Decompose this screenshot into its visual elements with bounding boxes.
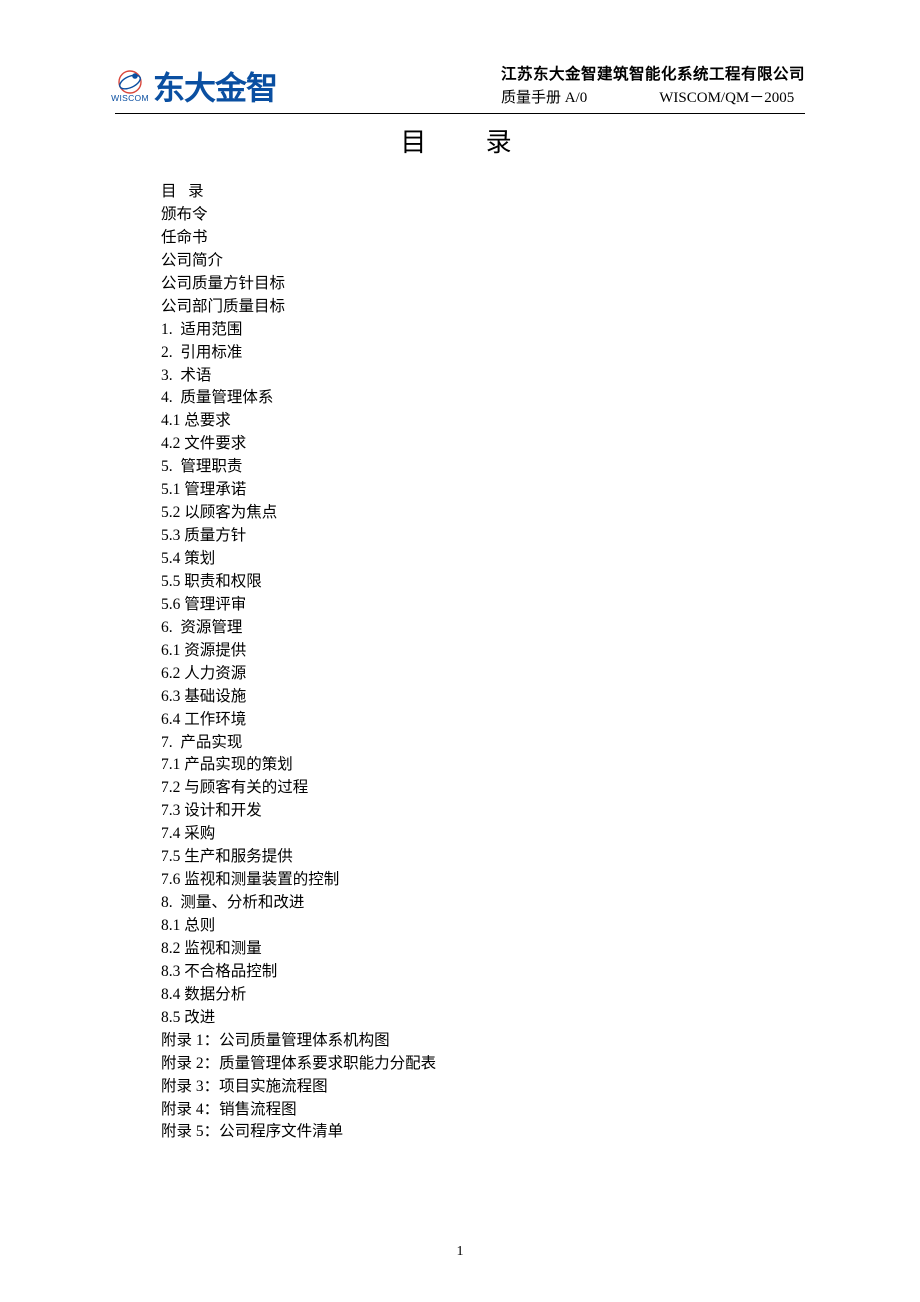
toc-line: 5.2 以顾客为焦点 [161,502,805,525]
toc-line: 公司质量方针目标 [161,273,805,296]
page: WISCOM 东大金智 江苏东大金智建筑智能化系统工程有限公司 质量手册 A/0… [0,0,920,1302]
toc-line: 5.3 质量方针 [161,525,805,548]
toc-line: 6. 资源管理 [161,617,805,640]
toc-line: 附录 2：质量管理体系要求职能力分配表 [161,1053,805,1076]
toc-line: 5.1 管理承诺 [161,479,805,502]
toc-line: 附录 1：公司质量管理体系机构图 [161,1030,805,1053]
toc-line: 4. 质量管理体系 [161,387,805,410]
page-header: WISCOM 东大金智 江苏东大金智建筑智能化系统工程有限公司 质量手册 A/0… [115,62,805,114]
toc-line: 7.6 监视和测量装置的控制 [161,869,805,892]
toc-line: 7.3 设计和开发 [161,800,805,823]
toc-line: 公司简介 [161,250,805,273]
toc-line: 6.3 基础设施 [161,686,805,709]
toc-line: 7. 产品实现 [161,732,805,755]
toc-line: 3. 术语 [161,365,805,388]
toc-line: 目 录 [161,181,805,204]
toc-line: 6.2 人力资源 [161,663,805,686]
toc-line: 5. 管理职责 [161,456,805,479]
toc-line: 2. 引用标准 [161,342,805,365]
toc-line: 任命书 [161,227,805,250]
toc-line: 5.4 策划 [161,548,805,571]
company-name: 江苏东大金智建筑智能化系统工程有限公司 [501,62,805,84]
page-number: 1 [0,1244,920,1260]
toc-line: 7.4 采购 [161,823,805,846]
toc-line: 附录 3：项目实施流程图 [161,1076,805,1099]
toc-line: 8.4 数据分析 [161,984,805,1007]
toc-line: 公司部门质量目标 [161,296,805,319]
logo-block: WISCOM 东大金智 [115,63,277,109]
company-logo-icon: WISCOM [115,68,145,104]
toc-line: 8.1 总则 [161,915,805,938]
toc-line: 附录 4：销售流程图 [161,1099,805,1122]
toc-line: 5.6 管理评审 [161,594,805,617]
brand-name: 东大金智 [153,63,277,109]
toc-line: 7.1 产品实现的策划 [161,754,805,777]
header-meta: 江苏东大金智建筑智能化系统工程有限公司 质量手册 A/0 WISCOM/QM－20… [501,62,805,109]
toc-line: 颁布令 [161,204,805,227]
toc-line: 8.3 不合格品控制 [161,961,805,984]
toc-line: 8. 测量、分析和改进 [161,892,805,915]
table-of-contents: 目 录颁布令任命书公司简介公司质量方针目标公司部门质量目标1. 适用范围2. 引… [161,181,805,1144]
toc-line: 7.5 生产和服务提供 [161,846,805,869]
toc-line: 1. 适用范围 [161,319,805,342]
toc-line: 6.1 资源提供 [161,640,805,663]
toc-line: 5.5 职责和权限 [161,571,805,594]
doc-title: 质量手册 A/0 [501,86,587,107]
logo-caption: WISCOM [111,93,149,103]
toc-line: 7.2 与顾客有关的过程 [161,777,805,800]
doc-code: WISCOM/QM－2005 [659,86,794,107]
toc-line: 8.2 监视和测量 [161,938,805,961]
toc-line: 8.5 改进 [161,1007,805,1030]
toc-line: 4.2 文件要求 [161,433,805,456]
page-title: 目 录 [133,122,805,159]
toc-line: 6.4 工作环境 [161,709,805,732]
doc-line: 质量手册 A/0 WISCOM/QM－2005 [501,86,805,107]
toc-line: 附录 5：公司程序文件清单 [161,1121,805,1144]
toc-line: 4.1 总要求 [161,410,805,433]
